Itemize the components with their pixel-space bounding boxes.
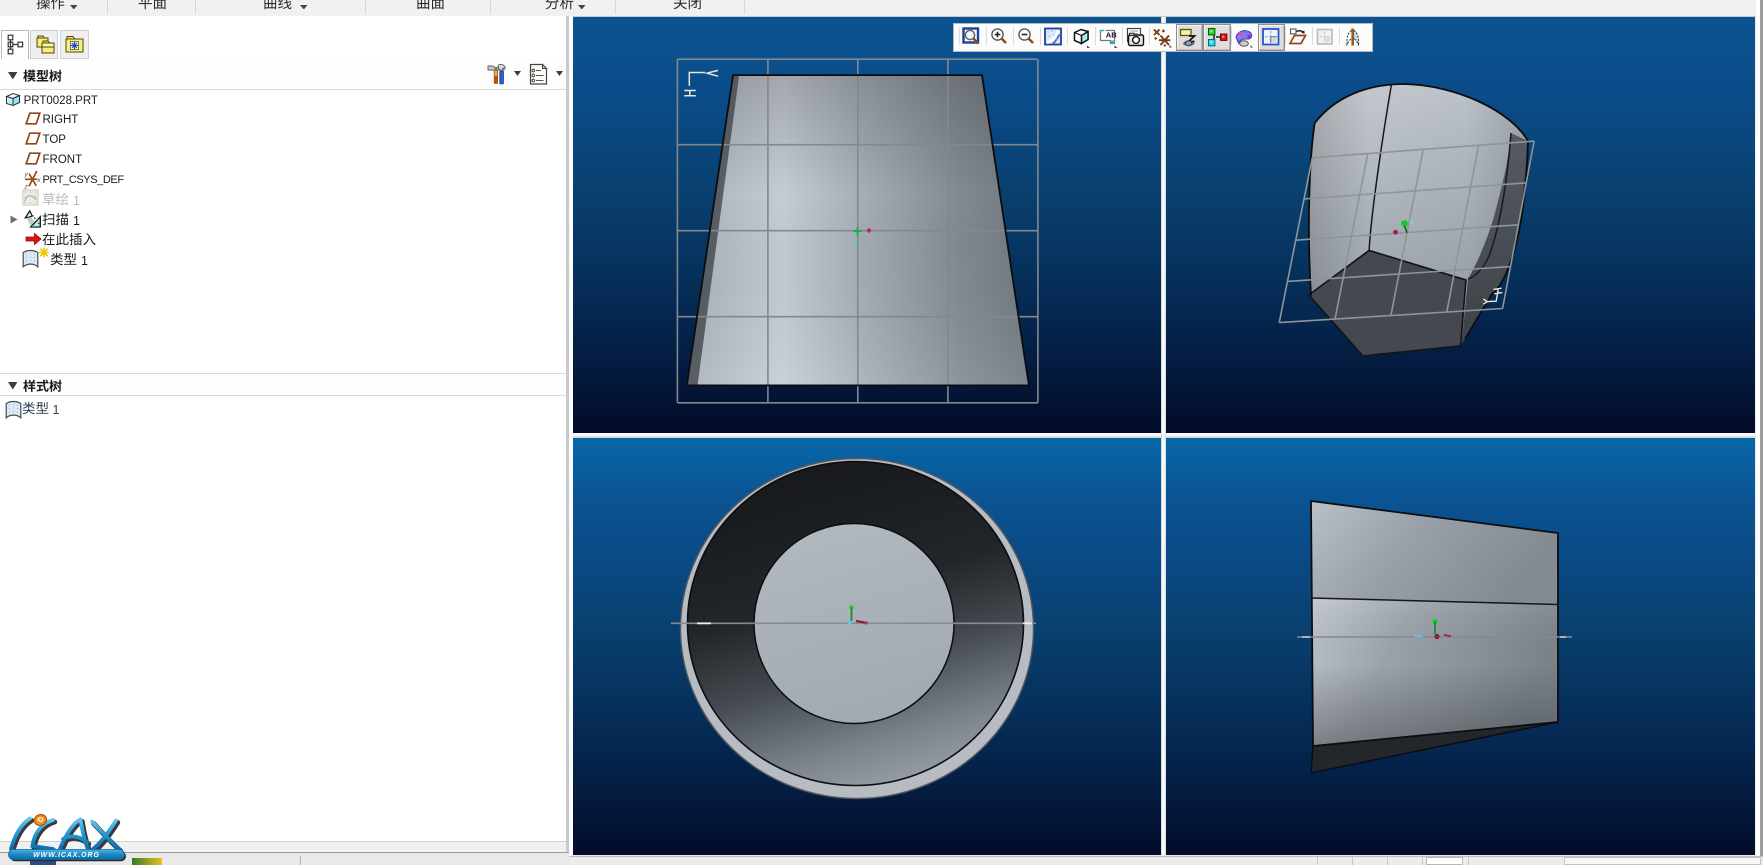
svg-text:WWW.ICAX.ORG: WWW.ICAX.ORG xyxy=(33,852,100,859)
svg-text:y: y xyxy=(24,171,29,178)
svg-text:AB: AB xyxy=(1106,30,1117,39)
svg-text:x: x xyxy=(36,177,41,184)
